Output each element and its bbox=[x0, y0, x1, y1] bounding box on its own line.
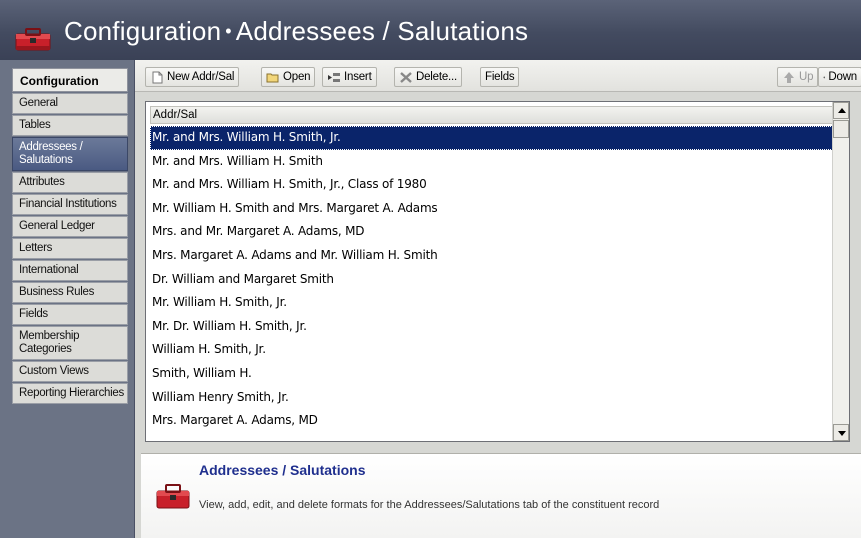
insert-button[interactable]: Insert bbox=[322, 67, 377, 87]
sidebar-items: General Tables Addressees / Salutations Att… bbox=[12, 93, 128, 404]
info-description: View, add, edit, and delete formats for … bbox=[199, 499, 660, 511]
arrow-down-icon bbox=[823, 76, 826, 78]
scroll-down-button[interactable] bbox=[833, 424, 849, 441]
scroll-thumb[interactable] bbox=[833, 120, 849, 138]
new-addr-sal-label: New Addr/Sal bbox=[167, 71, 235, 83]
move-down-button[interactable]: Down bbox=[818, 67, 861, 87]
new-addr-sal-button[interactable]: New Addr/Sal bbox=[145, 67, 240, 87]
table-row[interactable]: Mrs. Margaret A. Adams, MD bbox=[150, 409, 833, 433]
table-row[interactable]: Dr. William and Margaret Smith bbox=[150, 268, 833, 292]
sidebar-item[interactable]: General Ledger bbox=[12, 216, 128, 237]
window-title: Configuration • Addressees / Salutations bbox=[64, 16, 528, 47]
fields-label: Fields bbox=[485, 71, 515, 83]
sidebar-item[interactable]: Reporting Hierarchies bbox=[12, 383, 128, 404]
table-row[interactable]: William H. Smith, Jr. bbox=[150, 338, 833, 362]
fields-button[interactable]: Fields bbox=[480, 67, 520, 87]
insert-row-icon bbox=[328, 72, 340, 82]
delete-label: Delete... bbox=[416, 71, 458, 83]
sidebar-header[interactable]: Configuration bbox=[12, 68, 128, 92]
vertical-scrollbar[interactable] bbox=[832, 102, 849, 441]
main-panel: New Addr/Sal Open Insert Delete... Field… bbox=[134, 60, 861, 538]
table-row[interactable]: Mr. William H. Smith and Mrs. Margaret A… bbox=[150, 197, 833, 221]
open-label: Open bbox=[283, 71, 311, 83]
sidebar-item[interactable]: Membership Categories bbox=[12, 326, 128, 360]
sidebar-item[interactable]: Custom Views bbox=[12, 361, 128, 382]
sidebar-item[interactable]: International bbox=[12, 260, 128, 281]
title-section: Configuration bbox=[64, 16, 222, 46]
table-row[interactable]: Smith, William H. bbox=[150, 362, 833, 386]
toolbar: New Addr/Sal Open Insert Delete... Field… bbox=[135, 60, 861, 92]
info-title: Addressees / Salutations bbox=[199, 462, 366, 478]
sidebar-item[interactable]: Attributes bbox=[12, 172, 128, 193]
sidebar-item[interactable]: Financial Institutions bbox=[12, 194, 128, 215]
table-row[interactable]: Mr. William H. Smith, Jr. bbox=[150, 291, 833, 315]
table-row[interactable]: Mr. Dr. William H. Smith, Jr. bbox=[150, 315, 833, 339]
addr-sal-grid: Addr/Sal Mr. and Mrs. William H. Smith, … bbox=[145, 101, 850, 442]
sidebar-item[interactable]: Tables bbox=[12, 115, 128, 136]
scroll-up-arrow-icon bbox=[838, 108, 846, 113]
open-folder-icon bbox=[266, 73, 279, 82]
move-up-button[interactable]: Up bbox=[777, 67, 819, 87]
table-row[interactable]: Mrs. and Mr. Margaret A. Adams, MD bbox=[150, 220, 833, 244]
toolbox-icon bbox=[15, 28, 51, 51]
table-row[interactable]: Mr. and Mrs. William H. Smith bbox=[150, 150, 833, 174]
open-button[interactable]: Open bbox=[261, 67, 316, 87]
table-row[interactable]: Mr. and Mrs. William H. Smith, Jr. bbox=[150, 126, 833, 150]
grid-rows: Mr. and Mrs. William H. Smith, Jr. Mr. an… bbox=[150, 126, 833, 433]
new-document-icon bbox=[152, 71, 163, 83]
scroll-down-arrow-icon bbox=[838, 431, 846, 436]
up-label: Up bbox=[799, 71, 814, 83]
insert-label: Insert bbox=[344, 71, 372, 83]
sidebar-item[interactable]: Addressees / Salutations bbox=[12, 137, 128, 171]
table-row[interactable]: Mr. and Mrs. William H. Smith, Jr., Clas… bbox=[150, 173, 833, 197]
sidebar-item[interactable]: Business Rules bbox=[12, 282, 128, 303]
scroll-up-button[interactable] bbox=[833, 102, 849, 119]
toolbox-icon bbox=[156, 484, 190, 509]
sidebar-item[interactable]: Fields bbox=[12, 304, 128, 325]
title-page: Addressees / Salutations bbox=[235, 16, 529, 46]
sidebar-item[interactable]: Letters bbox=[12, 238, 128, 259]
title-bar: Configuration • Addressees / Salutations bbox=[0, 0, 861, 60]
down-label: Down bbox=[828, 71, 857, 83]
arrow-up-icon bbox=[784, 71, 794, 83]
delete-button[interactable]: Delete... bbox=[394, 67, 463, 87]
table-row[interactable]: William Henry Smith, Jr. bbox=[150, 386, 833, 410]
delete-x-icon bbox=[400, 71, 412, 83]
sidebar: Configuration General Tables Addressees / … bbox=[0, 60, 134, 538]
sidebar-item[interactable]: General bbox=[12, 93, 128, 114]
table-row[interactable]: Mrs. Margaret A. Adams and Mr. William H… bbox=[150, 244, 833, 268]
column-header-addr-sal[interactable]: Addr/Sal bbox=[150, 106, 833, 124]
title-separator: • bbox=[225, 21, 232, 41]
info-panel: Addressees / Salutations View, add, edit… bbox=[141, 453, 861, 538]
